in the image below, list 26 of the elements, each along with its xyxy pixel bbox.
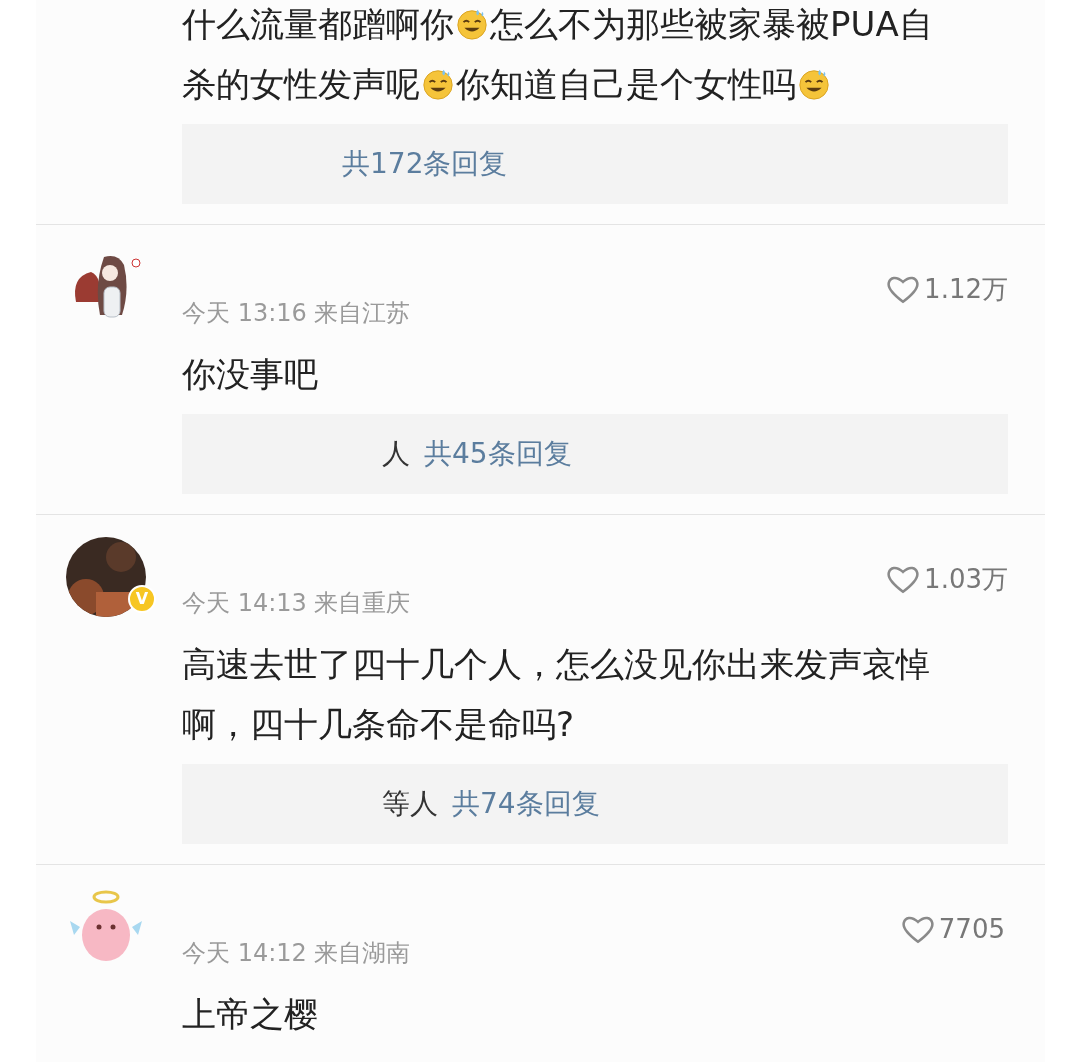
reply-names: 等人 — [382, 786, 438, 822]
comment-text: 上帝之樱 — [182, 994, 318, 1034]
reply-count-link[interactable]: 共45条回复 — [424, 433, 572, 475]
verified-badge: V — [128, 585, 156, 613]
comment-time-location: 今天 14:13 来自重庆 — [182, 589, 411, 617]
comment-time-location: 今天 13:16 来自江苏 — [182, 299, 411, 327]
like-button[interactable]: 1.03万 — [886, 563, 1008, 595]
emoji-icon — [797, 67, 831, 101]
reply-summary-bar[interactable]: 人 共45条回复 — [182, 414, 1008, 494]
reply-count-link[interactable]: 共172条回复 — [342, 143, 508, 185]
like-button[interactable]: 7705 — [900, 913, 1005, 945]
reply-summary-bar[interactable]: 共172条回复 — [182, 124, 1008, 204]
reply-count-link[interactable]: 共74条回复 — [452, 783, 600, 825]
like-button[interactable]: 1.12万 — [886, 273, 1008, 305]
comment-text: 什么流量都蹭啊你 — [182, 4, 454, 44]
emoji-icon — [421, 67, 455, 101]
comment-text: 啊，四十几条命不是命吗? — [182, 704, 575, 744]
comment-time-location: 今天 14:12 来自湖南 — [182, 939, 411, 967]
comment-text: 你没事吧 — [182, 354, 318, 394]
comment-text: 杀的女性发声呢 — [182, 64, 420, 104]
comment-text: 怎么不为那些被家暴被PUA自 — [490, 4, 933, 44]
emoji-icon — [455, 7, 489, 41]
comment-text: 你知道自己是个女性吗 — [456, 64, 796, 104]
reply-summary-bar[interactable]: 等人 共74条回复 — [182, 764, 1008, 844]
reply-names: 人 — [382, 436, 410, 472]
comment-text: 高速去世了四十几个人，怎么没见你出来发声哀悼 — [182, 644, 930, 684]
